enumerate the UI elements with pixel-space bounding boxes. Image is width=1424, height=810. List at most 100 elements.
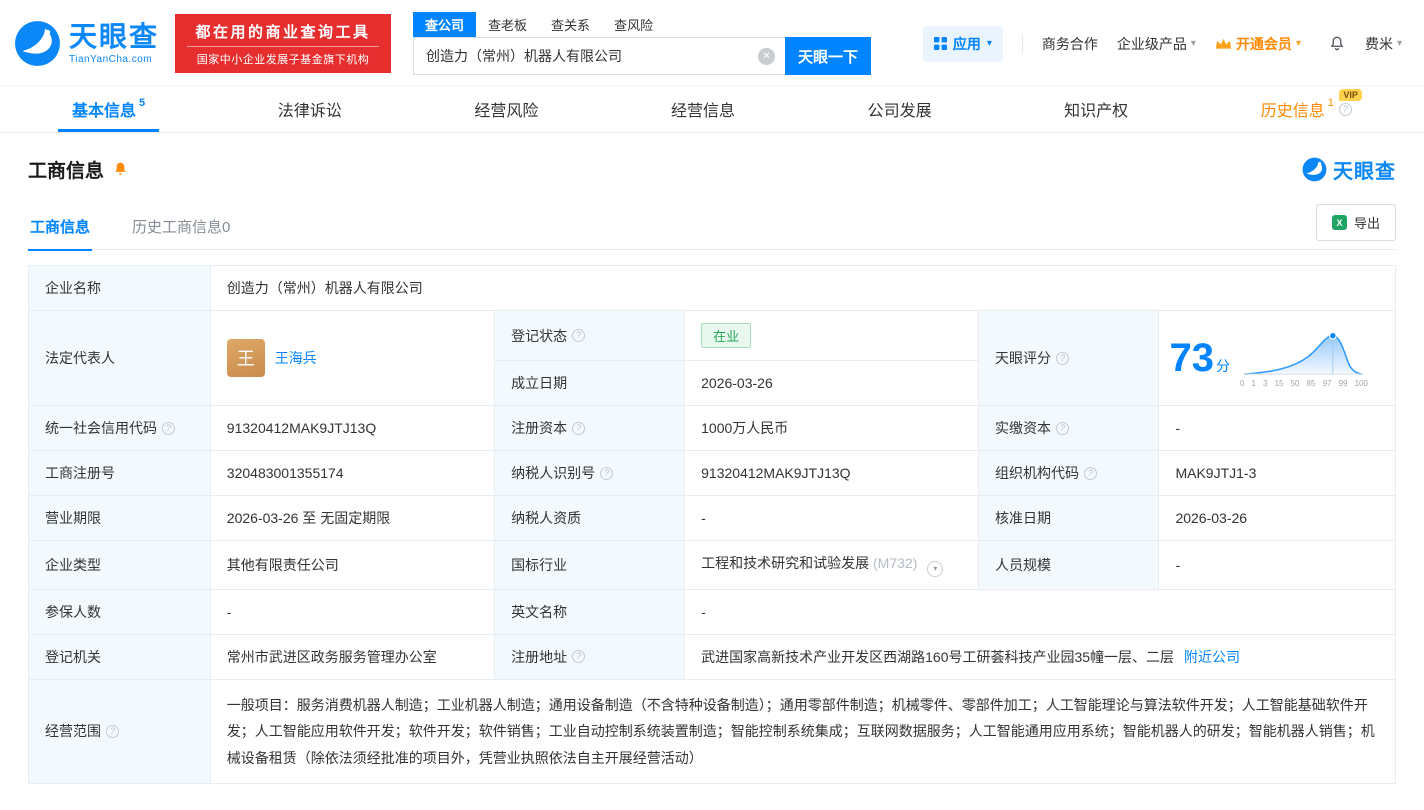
tab-badge: 5 xyxy=(139,97,146,109)
value-business-term: 2026-03-26 至 无固定期限 xyxy=(209,495,496,541)
value-establish-date: 2026-03-26 xyxy=(684,360,980,406)
tab-legal-litigation[interactable]: 法律诉讼 xyxy=(264,86,356,132)
tab-basic-info[interactable]: 基本信息 5 xyxy=(58,86,159,132)
tianyancha-logo-icon xyxy=(15,21,60,66)
logo-text: 天眼查 xyxy=(69,20,160,52)
legal-rep-link[interactable]: 王海兵 xyxy=(275,348,317,368)
help-icon[interactable]: ? xyxy=(162,421,175,435)
help-icon[interactable]: ? xyxy=(572,329,586,342)
user-menu[interactable]: 费米 ▾ xyxy=(1365,34,1402,54)
help-icon[interactable]: ? xyxy=(572,421,586,435)
status-badge: 在业 xyxy=(701,323,752,348)
banner-line2: 国家中小企业发展子基金旗下机构 xyxy=(187,46,380,67)
tab-history-info[interactable]: VIP 历史信息 1 ? xyxy=(1247,86,1366,132)
score-value: 73 分 xyxy=(1169,336,1230,380)
monitor-bell-icon[interactable] xyxy=(112,161,129,178)
search-tab-relation[interactable]: 查关系 xyxy=(539,12,602,37)
divider xyxy=(1021,34,1023,53)
table-row: 法定代表人 王 王海兵 登记状态? 在业 天眼评分? 73 分 0 1 3 15… xyxy=(28,310,1396,406)
tab-company-development[interactable]: 公司发展 xyxy=(854,86,946,132)
company-nav-tabs: 基本信息 5 法律诉讼 经营风险 经营信息 公司发展 知识产权 VIP 历史信息 1… xyxy=(0,85,1424,133)
legal-rep-avatar[interactable]: 王 xyxy=(226,339,265,377)
section-title: 工商信息 xyxy=(28,161,105,182)
table-row: 参保人数 - 英文名称 - xyxy=(28,588,1396,635)
label-company-type: 企业类型 xyxy=(28,540,211,590)
help-icon[interactable]: ? xyxy=(1338,102,1352,116)
value-paid-capital: - xyxy=(1158,405,1396,451)
label-company-name: 企业名称 xyxy=(28,265,211,311)
value-credit-code: 91320412MAK9JTJ13Q xyxy=(209,405,496,451)
section-brand: 天眼查 xyxy=(1302,155,1396,184)
open-vip-menu[interactable]: 开通会员 ▾ xyxy=(1215,34,1301,54)
table-row: 工商注册号 320483001355174 纳税人识别号? 91320412MA… xyxy=(28,450,1396,496)
value-industry: 工程和技术研究和试验发展 (M732) ▾ xyxy=(684,540,980,590)
label-reg-number: 工商注册号 xyxy=(28,450,211,496)
table-row: 登记机关 常州市武进区政务服务管理办公室 注册地址? 武进国家高新技术产业开发区… xyxy=(28,633,1396,680)
clear-search-icon[interactable]: ✕ xyxy=(758,47,776,65)
main-content: 工商信息 天眼查 工商信息 历史工商信息0 导出 企业名称 创造力（常州 xyxy=(0,155,1424,810)
value-reg-address: 武进国家高新技术产业开发区西湖路160号工研荟科技产业园35幢一层、二层 附近公… xyxy=(684,633,1396,680)
top-header: 天眼查 TianYanCha.com 都在用的商业查询工具 国家中小企业发展子基… xyxy=(0,0,1424,85)
help-icon[interactable]: ? xyxy=(106,724,119,738)
chevron-down-icon: ▾ xyxy=(1396,38,1402,49)
table-row: 经营范围? 一般项目：服务消费机器人制造；工业机器人制造；通用设备制造（不含特种… xyxy=(28,678,1397,785)
value-taxpayer-id: 91320412MAK9JTJ13Q xyxy=(684,450,980,496)
value-reg-status: 在业 xyxy=(684,310,980,361)
value-english-name: - xyxy=(684,588,1396,635)
label-reg-authority: 登记机关 xyxy=(28,633,211,680)
value-company-name: 创造力（常州）机器人有限公司 xyxy=(209,265,1397,311)
help-icon[interactable]: ? xyxy=(1084,466,1098,480)
tianyancha-logo-icon xyxy=(1302,157,1327,182)
apps-menu[interactable]: 应用 ▾ xyxy=(922,25,1003,62)
search-tabs: 查公司 查老板 查关系 查风险 xyxy=(413,12,871,37)
search-input[interactable] xyxy=(414,38,786,74)
value-org-code: MAK9JTJ1-3 xyxy=(1158,450,1396,496)
value-company-type: 其他有限责任公司 xyxy=(209,540,496,590)
search-tab-company[interactable]: 查公司 xyxy=(413,12,477,37)
search-tab-risk[interactable]: 查风险 xyxy=(602,12,665,37)
label-legal-rep: 法定代表人 xyxy=(28,310,211,406)
nearby-companies-link[interactable]: 附近公司 xyxy=(1184,649,1240,665)
export-button[interactable]: 导出 xyxy=(1315,204,1396,241)
label-industry: 国标行业 xyxy=(494,540,686,590)
label-credit-code: 统一社会信用代码? xyxy=(28,405,211,451)
table-row: 营业期限 2026-03-26 至 无固定期限 纳税人资质 - 核准日期 202… xyxy=(28,495,1396,541)
table-row: 统一社会信用代码? 91320412MAK9JTJ13Q 注册资本? 1000万… xyxy=(28,405,1396,451)
tab-intellectual-property[interactable]: 知识产权 xyxy=(1050,86,1142,132)
search-tab-boss[interactable]: 查老板 xyxy=(476,12,539,37)
business-cooperation-link[interactable]: 商务合作 xyxy=(1042,34,1098,54)
search-button[interactable]: 天眼一下 xyxy=(785,37,872,75)
chevron-down-icon: ▾ xyxy=(986,38,992,49)
help-icon[interactable]: ? xyxy=(572,650,586,663)
label-business-term: 营业期限 xyxy=(28,495,211,541)
table-row: 企业名称 创造力（常州）机器人有限公司 xyxy=(28,265,1397,311)
help-icon[interactable]: ? xyxy=(600,466,614,480)
label-taxpayer-quality: 纳税人资质 xyxy=(494,495,686,541)
enterprise-products-menu[interactable]: 企业级产品 ▾ xyxy=(1117,34,1196,54)
notification-bell-icon[interactable] xyxy=(1328,35,1346,53)
label-english-name: 英文名称 xyxy=(494,588,686,635)
promo-banner: 都在用的商业查询工具 国家中小企业发展子基金旗下机构 xyxy=(175,14,392,73)
help-icon[interactable]: ? xyxy=(1056,421,1070,435)
search-block: 查公司 查老板 查关系 查风险 ✕ 天眼一下 xyxy=(413,12,872,75)
label-taxpayer-id: 纳税人识别号? xyxy=(494,450,686,496)
subtab-business-info[interactable]: 工商信息 xyxy=(28,216,92,249)
section-brand-text: 天眼查 xyxy=(1333,161,1396,183)
expand-industry-icon[interactable]: ▾ xyxy=(927,560,944,577)
tianyancha-logo[interactable]: 天眼查 TianYanCha.com xyxy=(14,20,159,67)
score-chart-ticks: 0 1 3 15 50 85 97 99 100 xyxy=(1239,379,1368,388)
subtab-row: 工商信息 历史工商信息0 导出 xyxy=(28,204,1396,250)
tab-operating-info[interactable]: 经营信息 xyxy=(657,86,749,132)
header-right-nav: 应用 ▾ 商务合作 企业级产品 ▾ 开通会员 ▾ 费米 ▾ xyxy=(922,25,1402,62)
value-reg-authority: 常州市武进区政务服务管理办公室 xyxy=(209,633,496,680)
label-establish-date: 成立日期 xyxy=(494,360,686,406)
label-reg-status: 登记状态? xyxy=(494,310,686,361)
help-icon[interactable]: ? xyxy=(1056,351,1070,365)
label-tianyan-score: 天眼评分? xyxy=(978,310,1160,406)
table-row: 企业类型 其他有限责任公司 国标行业 工程和技术研究和试验发展 (M732) ▾… xyxy=(28,540,1396,590)
subtab-history-business-info[interactable]: 历史工商信息0 xyxy=(130,216,232,249)
value-approval-date: 2026-03-26 xyxy=(1158,495,1396,541)
value-insured-count: - xyxy=(209,588,496,635)
grid-icon xyxy=(933,37,947,50)
tab-operating-risk[interactable]: 经营风险 xyxy=(460,86,552,132)
